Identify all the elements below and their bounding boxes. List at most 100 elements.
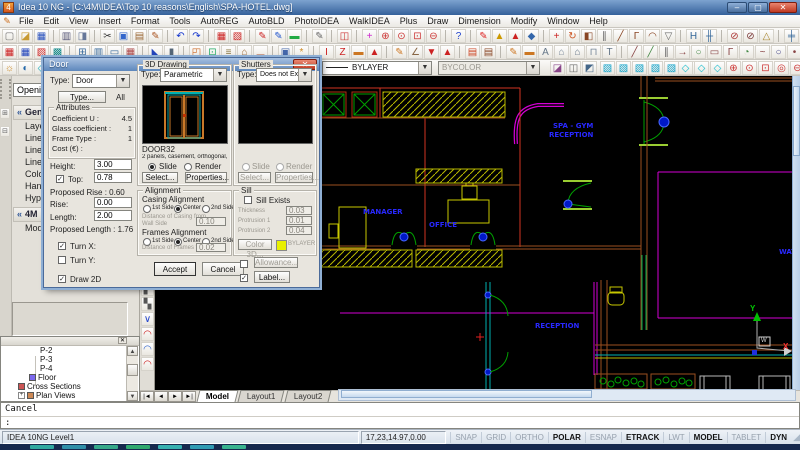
menu-plus[interactable]: Plus	[395, 15, 423, 27]
allowance-checkbox[interactable]	[240, 260, 248, 268]
dim-v-button[interactable]: ╫	[702, 29, 717, 43]
view-sw-button[interactable]: ▧	[600, 61, 615, 75]
dock-a-button[interactable]: ⊞	[0, 108, 10, 119]
maximize-button[interactable]: ▢	[748, 2, 768, 13]
grid-a-button[interactable]: ╪	[784, 29, 799, 43]
offset-button[interactable]: ∥	[597, 29, 612, 43]
toggle-dyn[interactable]: DYN	[765, 432, 791, 443]
taskbar-item[interactable]	[30, 445, 54, 449]
view-ne-button[interactable]: ▧	[632, 61, 647, 75]
tree-item-p-3[interactable]: P-3	[1, 355, 139, 364]
raise-tool-button[interactable]: ▲	[367, 45, 382, 59]
gradient-button[interactable]: ◩	[582, 61, 597, 75]
zoom-previous-button[interactable]: ⊙	[394, 29, 409, 43]
leader-button[interactable]: →	[675, 45, 690, 59]
line-1-button[interactable]: ╱	[627, 45, 642, 59]
spline-button[interactable]: ~	[755, 45, 770, 59]
toolbar-grip[interactable]	[0, 79, 11, 99]
open-drawing-button[interactable]: ◫	[337, 29, 352, 43]
scroll-thumb[interactable]	[793, 86, 800, 156]
tee-tool-button[interactable]: T	[602, 45, 617, 59]
sketch-button[interactable]: ✎	[312, 29, 327, 43]
drawing-3d-type-combo[interactable]: Parametric▼	[160, 68, 227, 82]
layer-states-button[interactable]: ▧	[230, 29, 245, 43]
label-button[interactable]: Label...	[254, 271, 290, 283]
brick-b-button[interactable]: ▤	[481, 45, 496, 59]
alert-button[interactable]: ▲	[508, 29, 523, 43]
format-painter-button[interactable]: ✎	[148, 29, 163, 43]
print-button[interactable]: ▥	[59, 29, 74, 43]
axon-1-button[interactable]: ◇	[678, 61, 693, 75]
fillet-button[interactable]: Γ	[629, 29, 644, 43]
canvas-vertical-scrollbar[interactable]	[792, 76, 800, 390]
render-radio[interactable]	[184, 163, 192, 171]
taskbar-item[interactable]	[190, 445, 214, 449]
type-button[interactable]: Type...	[58, 91, 106, 103]
arc-tool-button[interactable]: ◠	[645, 29, 660, 43]
publish-button[interactable]: ◆	[524, 29, 539, 43]
text-tool-button[interactable]: A	[538, 45, 553, 59]
zoom-out-2-button[interactable]: ⊖	[790, 61, 800, 75]
toggle-model[interactable]: MODEL	[689, 432, 727, 443]
top-checkbox[interactable]: ✓	[56, 175, 64, 183]
tree-item-plan-views[interactable]: +Plan Views	[1, 391, 139, 400]
taskbar-item[interactable]	[222, 445, 246, 449]
redline-button[interactable]: ✎	[476, 29, 491, 43]
zoom-realtime-button[interactable]: ⊕	[378, 29, 393, 43]
measure-button[interactable]: ▬	[287, 29, 302, 43]
tree-header[interactable]: ✕	[1, 337, 139, 346]
toggle-snap[interactable]: SNAP	[450, 432, 481, 443]
zoom-win-2-button[interactable]: ⊕	[726, 61, 741, 75]
view-nw-button[interactable]: ▧	[648, 61, 663, 75]
hatch-sq-button[interactable]: ▚	[141, 297, 154, 311]
match-props-button[interactable]: ◪	[550, 61, 565, 75]
menu-autoreg[interactable]: AutoREG	[195, 15, 243, 27]
move-button[interactable]: +	[549, 29, 564, 43]
angle-tool-button[interactable]: ∠	[408, 45, 423, 59]
toggle-lwt[interactable]: LWT	[663, 432, 688, 443]
paste-button[interactable]: ▤	[132, 29, 147, 43]
length-input[interactable]	[94, 210, 132, 221]
casing-2nd-radio[interactable]	[202, 205, 210, 213]
scroll-thumb[interactable]	[127, 364, 138, 376]
axon-2-button[interactable]: ◇	[694, 61, 709, 75]
open-button[interactable]: ◪	[18, 29, 33, 43]
tree-item-p-4[interactable]: P-4	[1, 364, 139, 373]
menu-photoidea[interactable]: PhotoIDEA	[290, 15, 345, 27]
tag-z-button[interactable]: Z	[335, 45, 350, 59]
tab-nav-last[interactable]: ►|	[182, 391, 196, 402]
command-prompt[interactable]: :	[1, 417, 799, 429]
turn-y-checkbox[interactable]	[58, 256, 66, 264]
cut-button[interactable]: ✂	[100, 29, 115, 43]
accept-button[interactable]: Accept	[154, 262, 196, 276]
menu-edit[interactable]: Edit	[39, 15, 65, 27]
save-button[interactable]: ▦	[34, 29, 49, 43]
slide-radio[interactable]	[148, 163, 156, 171]
tri-down-button[interactable]: ▼	[424, 45, 439, 59]
circle-tool-button[interactable]: ○	[691, 45, 706, 59]
close-button[interactable]: ✕	[769, 2, 797, 13]
tab-nav-next[interactable]: ►	[168, 391, 182, 402]
tree-item-floor[interactable]: Floor	[1, 373, 139, 382]
point-tool-button[interactable]: •	[787, 45, 800, 59]
menu-help[interactable]: Help	[584, 15, 613, 27]
pen-orange-button[interactable]: ✎	[392, 45, 407, 59]
toggle-ortho[interactable]: ORTHO	[510, 432, 548, 443]
polyline-button[interactable]: Γ	[723, 45, 738, 59]
toggle-esnap[interactable]: ESNAP	[585, 432, 621, 443]
tab-nav-first[interactable]: |◄	[140, 391, 154, 402]
tree-item-p-2[interactable]: P-2	[1, 346, 139, 355]
command-line-panel[interactable]: Cancel :	[0, 402, 800, 429]
view-se-button[interactable]: ▧	[616, 61, 631, 75]
door-type-combo[interactable]: Door▼	[72, 74, 130, 88]
zoom-out-button[interactable]: ⊖	[426, 29, 441, 43]
tab-model[interactable]: Model	[197, 390, 239, 402]
tree-scrollbar[interactable]: ▲ ▼	[126, 346, 138, 401]
properties-button[interactable]: Properties...	[185, 172, 227, 183]
scroll-thumb[interactable]	[341, 390, 592, 398]
layer-manager-button[interactable]: ▦	[214, 29, 229, 43]
tab-layout1[interactable]: Layout1	[238, 390, 285, 402]
draw-red-button[interactable]: ✎	[255, 29, 270, 43]
turn-x-checkbox[interactable]: ✓	[58, 242, 66, 250]
dim-h-button[interactable]: H	[686, 29, 701, 43]
